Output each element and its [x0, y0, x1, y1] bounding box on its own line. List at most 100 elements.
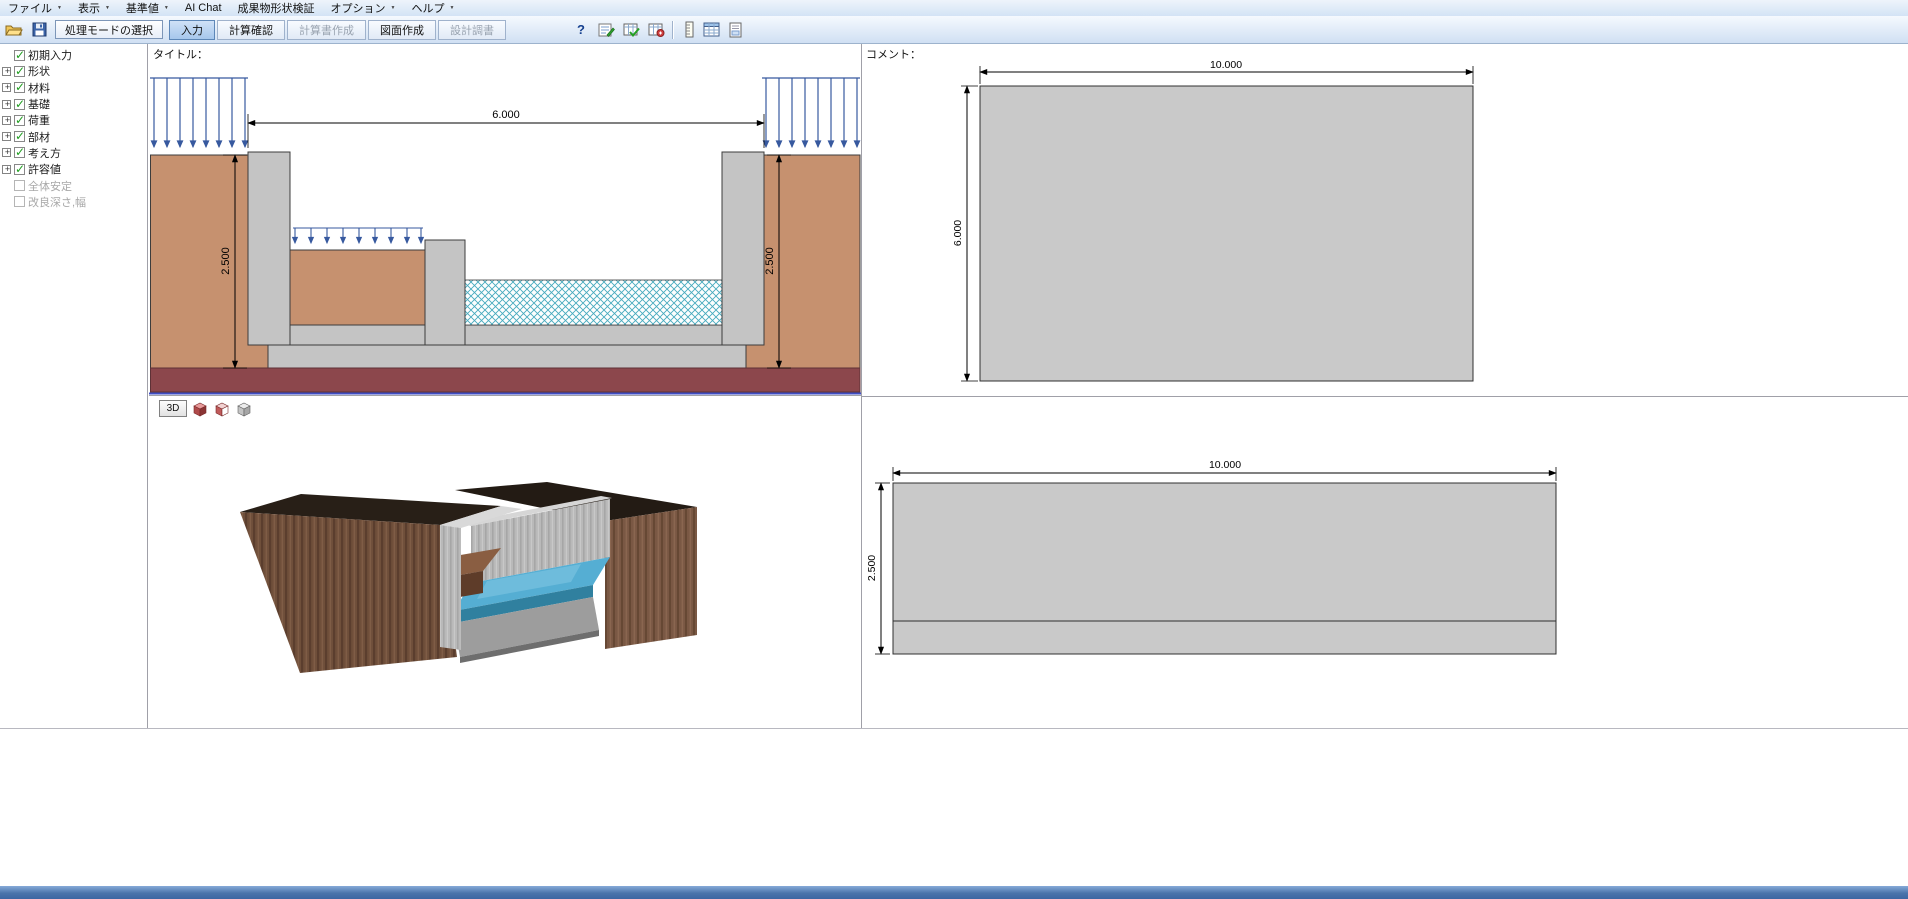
left-load-arrows: [150, 78, 248, 147]
middle-wall: [425, 240, 465, 345]
table-result-button[interactable]: [645, 20, 667, 40]
toolbar: 処理モードの選択 入力 計算確認 計算書作成 図面作成 設計調書 ?: [0, 16, 1908, 44]
tree-item-label: 材料: [28, 80, 50, 96]
save-button[interactable]: [28, 20, 50, 40]
mode-tabs: 入力 計算確認 計算書作成 図面作成 設計調書: [167, 20, 506, 40]
tree-item-material[interactable]: 材料: [0, 80, 147, 96]
3d-view-wire-icon[interactable]: [234, 399, 253, 418]
tree-item-label: 考え方: [28, 145, 61, 161]
elevation-view-pane: 10.000 2.500: [862, 398, 1908, 728]
dim-label-elev-height: 2.500: [866, 555, 878, 581]
help-button[interactable]: ?: [570, 20, 592, 40]
menu-file[interactable]: ファイル: [0, 0, 70, 16]
expand-plus-icon[interactable]: [2, 165, 11, 174]
comment-label: コメント：: [866, 46, 921, 62]
plan-view-pane: コメント： 10.000 6.000: [862, 44, 1908, 397]
checkbox-checked-icon[interactable]: [14, 99, 25, 110]
menu-ai-chat[interactable]: AI Chat: [177, 0, 230, 16]
dim-label-plan-width: 10.000: [1210, 59, 1242, 71]
tree-item-initial-input[interactable]: 初期入力: [0, 47, 147, 63]
open-folder-icon: [5, 23, 23, 37]
3d-view-texture-icon[interactable]: [212, 399, 231, 418]
checkbox-checked-icon[interactable]: [14, 115, 25, 126]
chamber-soil-fill: [290, 250, 426, 325]
title-label: タイトル：: [153, 46, 208, 62]
tree-item-allowable-values[interactable]: 許容値: [0, 161, 147, 177]
menu-file-label: ファイル: [8, 0, 52, 16]
bottom-status-bar: [0, 886, 1908, 899]
mode-select-button[interactable]: 処理モードの選択: [55, 20, 163, 39]
plan-drawing[interactable]: 10.000 6.000: [862, 44, 1908, 397]
menu-options[interactable]: オプション: [323, 0, 404, 16]
water-hatch-region: [464, 280, 723, 325]
tree-item-member[interactable]: 部材: [0, 128, 147, 144]
form-edit-button[interactable]: [595, 20, 617, 40]
tab-calc-check[interactable]: 計算確認: [217, 20, 285, 40]
expand-plus-icon[interactable]: [2, 148, 11, 157]
expand-plus-icon[interactable]: [2, 100, 11, 109]
checkbox-checked-icon[interactable]: [14, 164, 25, 175]
elevation-drawing[interactable]: 10.000 2.500: [862, 398, 1908, 728]
ruler-icon: [685, 21, 694, 38]
menu-view[interactable]: 表示: [70, 0, 118, 16]
checkbox-checked-icon[interactable]: [14, 131, 25, 142]
menu-deliverable-shape-check[interactable]: 成果物形状検証: [230, 0, 323, 16]
menu-standards[interactable]: 基準値: [118, 0, 177, 16]
section-view-pane: タイトル：: [149, 44, 861, 396]
tree-item-overall-stability[interactable]: 全体安定: [0, 177, 147, 193]
checkbox-checked-icon[interactable]: [14, 82, 25, 93]
open-button[interactable]: [3, 20, 25, 40]
checkbox-unchecked-icon: [14, 180, 25, 191]
model-3d-drawing[interactable]: [149, 397, 861, 728]
3d-view-solid-icon[interactable]: [190, 399, 209, 418]
dim-label-width: 6.000: [492, 109, 520, 121]
input-tree-panel: 初期入力 形状 材料 基礎 荷重 部材: [0, 44, 148, 728]
dim-label-left-height: 2.500: [220, 247, 232, 275]
tab-drawing[interactable]: 図面作成: [368, 20, 436, 40]
checkbox-checked-icon[interactable]: [14, 66, 25, 77]
tree-item-improvement-depth-width[interactable]: 改良深さ,幅: [0, 194, 147, 210]
checkbox-unchecked-icon: [14, 196, 25, 207]
menu-ai-chat-label: AI Chat: [185, 2, 222, 14]
tree-item-approach[interactable]: 考え方: [0, 145, 147, 161]
ruler-button[interactable]: [682, 20, 697, 40]
table-check-icon: [623, 22, 640, 38]
expand-plus-icon[interactable]: [2, 116, 11, 125]
tree-item-label: 全体安定: [28, 178, 72, 194]
tree-item-label: 部材: [28, 129, 50, 145]
menu-view-label: 表示: [78, 0, 100, 16]
checkbox-checked-icon[interactable]: [14, 147, 25, 158]
3d-toggle-button[interactable]: 3D: [159, 400, 187, 417]
tab-design-report[interactable]: 設計調書: [438, 20, 506, 40]
right-wall: [722, 152, 764, 345]
help-icon: ?: [577, 22, 585, 37]
report-sheet-button[interactable]: [725, 20, 747, 40]
tree-item-label: 許容値: [28, 161, 61, 177]
expand-plus-icon[interactable]: [2, 67, 11, 76]
app-window: ファイル 表示 基準値 AI Chat 成果物形状検証 オプション ヘルプ 処理…: [0, 0, 1908, 899]
tree-item-label: 形状: [28, 63, 50, 79]
tree-item-foundation[interactable]: 基礎: [0, 96, 147, 112]
table-result-icon: [648, 22, 665, 38]
left-wall: [248, 152, 290, 345]
form-edit-icon: [598, 22, 615, 38]
expand-plus-icon[interactable]: [2, 132, 11, 141]
viewer-3d-pane: 3D: [149, 397, 861, 728]
dim-label-elev-width: 10.000: [1209, 459, 1241, 471]
tree-item-shape[interactable]: 形状: [0, 63, 147, 79]
menu-help[interactable]: ヘルプ: [404, 0, 463, 16]
tab-calc-report[interactable]: 計算書作成: [287, 20, 366, 40]
section-drawing[interactable]: 6.000 2.500 2.500: [149, 44, 861, 396]
checkbox-checked-icon[interactable]: [14, 50, 25, 61]
expand-plus-icon[interactable]: [2, 83, 11, 92]
table-check-button[interactable]: [620, 20, 642, 40]
menu-help-label: ヘルプ: [412, 0, 445, 16]
tree-item-label: 改良深さ,幅: [28, 194, 86, 210]
menu-standards-label: 基準値: [126, 0, 159, 16]
table-view-button[interactable]: [700, 20, 722, 40]
table-grid-icon: [703, 22, 720, 37]
tree-item-label: 荷重: [28, 112, 50, 128]
tree-item-load[interactable]: 荷重: [0, 112, 147, 128]
bearing-layer: [151, 368, 861, 392]
tab-input[interactable]: 入力: [169, 20, 215, 40]
